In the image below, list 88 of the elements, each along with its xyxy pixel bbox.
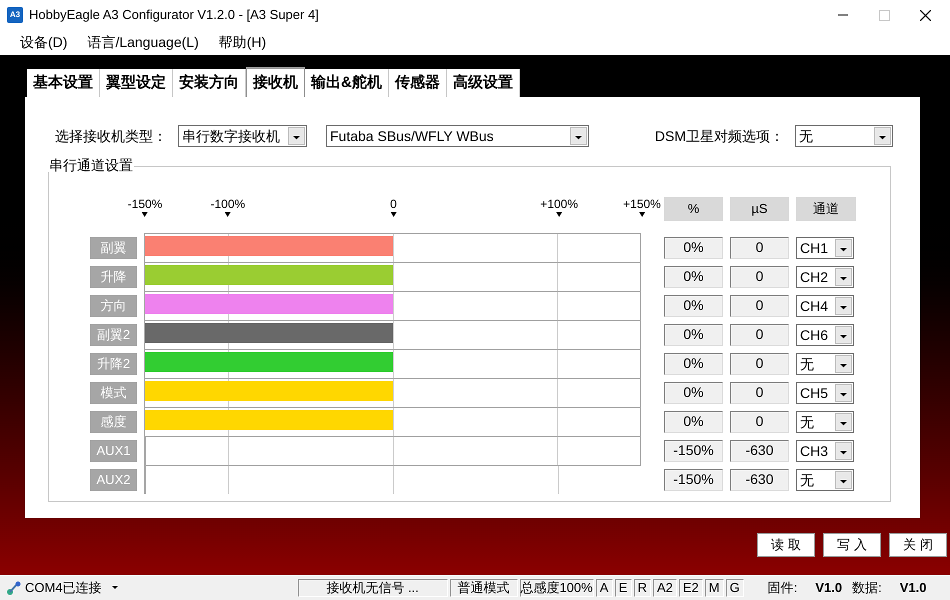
status-panel: R [634,578,651,596]
status-panel: G [726,578,744,596]
microsecond-field: -630 [730,468,789,490]
microsecond-field: 0 [730,236,789,258]
status-text: V1.0 [900,578,926,597]
tick-marker-icon [556,212,562,217]
microsecond-field: 0 [730,266,789,288]
tab[interactable]: 基本设置 [27,69,100,97]
channel-label: AUX2 [90,468,137,490]
tick-label: +150% [623,198,661,210]
status-panel: M [704,578,724,596]
percent-field: 0% [664,236,723,258]
tick-label: -150% [128,198,162,210]
column-header: 通道 [796,197,856,221]
channel-label: AUX1 [90,440,137,462]
tick-label: 0 [390,198,397,210]
channel-dropdown[interactable]: CH4 [796,294,854,316]
tab[interactable]: 传感器 [388,69,447,97]
channel-label: 方向 [90,294,137,316]
tab[interactable]: 输出&舵机 [305,69,389,97]
column-header: µS [730,197,789,221]
field-label: DSM卫星对频选项： [654,126,784,146]
percent-field: 0% [664,266,723,288]
percent-field: -150% [664,468,723,490]
receiver-type-dropdown[interactable]: 串行数字接收机 [178,125,307,147]
action-button[interactable]: 读 取 [757,533,815,557]
status-text: 数据: [852,578,882,597]
status-text: 固件: [768,578,798,597]
percent-field: 0% [664,294,723,316]
tick-marker-icon [639,212,645,217]
channel-dropdown[interactable]: CH5 [796,382,854,404]
channel-label: 副翼2 [90,324,137,346]
action-button[interactable]: 关 闭 [889,533,947,557]
tick-marker-icon [142,212,148,217]
connection-icon [6,580,21,595]
channel-dropdown[interactable]: CH3 [796,440,854,462]
menu-item[interactable]: 设备(D) [20,32,68,53]
status-panel: 普通模式 [450,578,518,596]
tab[interactable]: 高级设置 [446,69,520,97]
status-panel: A [596,578,613,596]
percent-field: 0% [664,352,723,374]
protocol-dropdown[interactable]: Futaba SBus/WFLY WBus [326,125,589,147]
microsecond-field: 0 [730,324,789,346]
percent-field: 0% [664,324,723,346]
channel-dropdown[interactable]: CH6 [796,324,854,346]
status-text: V1.0 [815,578,842,597]
status-panel: 接收机无信号 ... [298,578,448,596]
tick-marker-icon [224,212,231,217]
percent-field: 0% [664,410,723,432]
status-panel: E2 [678,578,703,596]
tick-marker-icon [390,212,396,217]
menu-item[interactable]: 帮助(H) [218,32,266,53]
channel-dropdown[interactable]: 无 [796,410,854,432]
channel-label: 模式 [90,382,137,404]
tab[interactable]: 翼型设定 [100,69,173,97]
window-title: HobbyEagle A3 Configurator V1.2.0 - [A3 Super 4] [29,6,319,24]
tab[interactable]: 接收机 [246,67,305,97]
percent-field: 0% [664,382,723,404]
microsecond-field: 0 [730,382,789,404]
channel-label: 升降2 [90,352,137,374]
status-text: COM4已连接 [25,578,102,597]
close-icon[interactable] [920,10,931,20]
percent-field: -150% [664,440,723,462]
channel-dropdown[interactable]: CH1 [796,236,854,258]
dropdown-arrow-icon[interactable] [112,586,118,589]
microsecond-field: -630 [730,440,789,462]
status-panel: 总感度100% [520,578,594,596]
tick-label: -100% [210,198,246,210]
microsecond-field: 0 [730,410,789,432]
dsm-dropdown[interactable]: 无 [795,125,893,147]
channel-dropdown[interactable]: 无 [796,468,854,490]
channel-label: 副翼 [90,236,137,258]
status-panel: A2 [652,578,677,596]
app-icon: A3 [7,7,23,23]
menu-item[interactable]: 语言/Language(L) [87,32,199,53]
microsecond-field: 0 [730,352,789,374]
status-panel: E [614,578,632,596]
group-title: 串行通道设置 [48,158,134,172]
channel-label: 感度 [90,410,137,432]
field-label: 选择接收机类型： [54,126,168,146]
channel-dropdown[interactable]: CH2 [796,266,854,288]
tick-label: +100% [540,198,578,210]
channel-label: 升降 [90,266,137,288]
column-header: % [664,197,723,221]
tab[interactable]: 安装方向 [173,69,246,97]
action-button[interactable]: 写 入 [823,533,881,557]
channel-dropdown[interactable]: 无 [796,352,854,374]
microsecond-field: 0 [730,294,789,316]
